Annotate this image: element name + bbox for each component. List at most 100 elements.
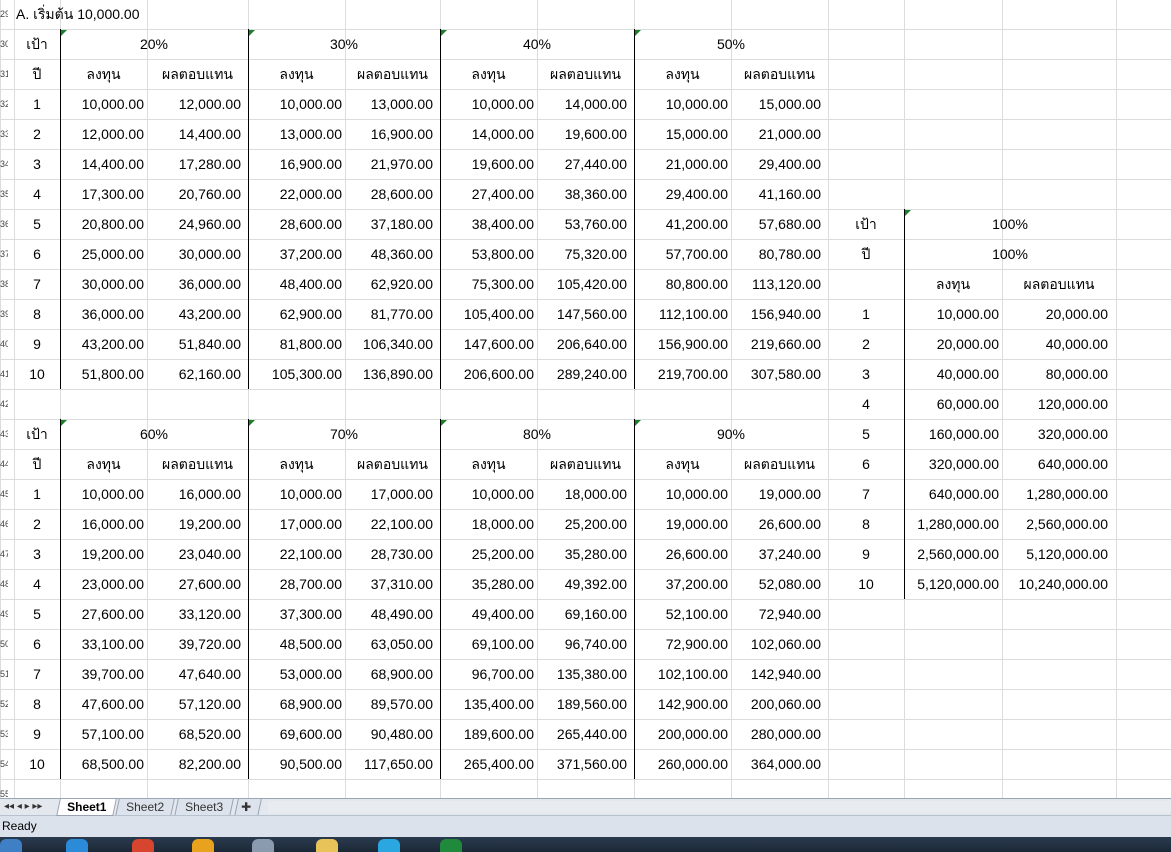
invest-value-cell[interactable]: 72,900.00 — [634, 629, 728, 659]
invest-value-cell[interactable]: 47,600.00 — [60, 689, 144, 719]
invest-value-cell[interactable]: 10,000.00 — [634, 479, 728, 509]
return-value-cell[interactable]: 62,160.00 — [147, 359, 241, 389]
invest-value-cell[interactable]: 27,400.00 — [440, 179, 534, 209]
invest-value-cell[interactable]: 29,400.00 — [634, 179, 728, 209]
return-value-cell[interactable]: 52,080.00 — [731, 569, 821, 599]
return-header-cell[interactable]: ผลตอบแทน — [147, 59, 248, 89]
return-value-cell[interactable]: 35,280.00 — [537, 539, 627, 569]
return-value-cell[interactable]: 17,000.00 — [345, 479, 433, 509]
year-cell[interactable]: 8 — [14, 299, 60, 329]
spreadsheet-grid[interactable]: 29 30 31 32 33 34 35 36 37 38 39 40 41 42 43 44 45 46 47 48… — [0, 0, 1171, 798]
return-value-cell[interactable]: 37,180.00 — [345, 209, 433, 239]
return-value-cell[interactable]: 20,000.00 — [1002, 299, 1108, 329]
year-cell[interactable]: 1 — [14, 479, 60, 509]
invest-value-cell[interactable]: 51,800.00 — [60, 359, 144, 389]
year-cell[interactable]: 8 — [14, 689, 60, 719]
return-value-cell[interactable]: 189,560.00 — [537, 689, 627, 719]
invest-header-cell[interactable]: ลงทุน — [440, 59, 537, 89]
year-cell[interactable]: 3 — [828, 359, 904, 389]
return-value-cell[interactable]: 200,060.00 — [731, 689, 821, 719]
row-header[interactable]: 31 — [0, 59, 8, 89]
return-value-cell[interactable]: 640,000.00 — [1002, 449, 1108, 479]
invest-header-cell[interactable]: ลงทุน — [634, 449, 731, 479]
invest-value-cell[interactable]: 96,700.00 — [440, 659, 534, 689]
tab-nav-arrows-icon[interactable]: ◂◂ ◂ ▸ ▸▸ — [4, 801, 42, 812]
invest-value-cell[interactable]: 81,800.00 — [248, 329, 342, 359]
return-value-cell[interactable]: 26,600.00 — [731, 509, 821, 539]
invest-value-cell[interactable]: 25,000.00 — [60, 239, 144, 269]
return-value-cell[interactable]: 136,890.00 — [345, 359, 433, 389]
return-header-cell[interactable]: ผลตอบแทน — [537, 449, 634, 479]
year-cell[interactable]: 5 — [14, 599, 60, 629]
invest-value-cell[interactable]: 53,000.00 — [248, 659, 342, 689]
invest-value-cell[interactable]: 16,000.00 — [60, 509, 144, 539]
return-value-cell[interactable]: 75,320.00 — [537, 239, 627, 269]
invest-header-cell[interactable]: ลงทุน — [60, 59, 147, 89]
invest-value-cell[interactable]: 135,400.00 — [440, 689, 534, 719]
return-value-cell[interactable]: 280,000.00 — [731, 719, 821, 749]
return-value-cell[interactable]: 371,560.00 — [537, 749, 627, 779]
return-value-cell[interactable]: 37,240.00 — [731, 539, 821, 569]
return-value-cell[interactable]: 12,000.00 — [147, 89, 241, 119]
invest-value-cell[interactable]: 22,000.00 — [248, 179, 342, 209]
invest-value-cell[interactable]: 147,600.00 — [440, 329, 534, 359]
return-value-cell[interactable]: 22,100.00 — [345, 509, 433, 539]
return-value-cell[interactable]: 36,000.00 — [147, 269, 241, 299]
return-value-cell[interactable]: 307,580.00 — [731, 359, 821, 389]
invest-value-cell[interactable]: 10,000.00 — [248, 479, 342, 509]
invest-value-cell[interactable]: 35,280.00 — [440, 569, 534, 599]
return-value-cell[interactable]: 29,400.00 — [731, 149, 821, 179]
return-value-cell[interactable]: 17,280.00 — [147, 149, 241, 179]
return-value-cell[interactable]: 27,440.00 — [537, 149, 627, 179]
return-value-cell[interactable]: 81,770.00 — [345, 299, 433, 329]
invest-value-cell[interactable]: 40,000.00 — [904, 359, 999, 389]
rate-header-cell[interactable]: 40% — [440, 29, 634, 59]
invest-value-cell[interactable]: 14,000.00 — [440, 119, 534, 149]
invest-value-cell[interactable]: 37,200.00 — [634, 569, 728, 599]
invest-value-cell[interactable]: 37,300.00 — [248, 599, 342, 629]
return-value-cell[interactable]: 90,480.00 — [345, 719, 433, 749]
invest-value-cell[interactable]: 5,120,000.00 — [904, 569, 999, 599]
return-value-cell[interactable]: 25,200.00 — [537, 509, 627, 539]
return-value-cell[interactable]: 219,660.00 — [731, 329, 821, 359]
invest-value-cell[interactable]: 10,000.00 — [60, 89, 144, 119]
rate-header-cell[interactable]: 20% — [60, 29, 248, 59]
year-cell[interactable]: 10 — [828, 569, 904, 599]
invest-value-cell[interactable]: 28,600.00 — [248, 209, 342, 239]
invest-value-cell[interactable]: 39,700.00 — [60, 659, 144, 689]
year-cell[interactable]: 1 — [14, 89, 60, 119]
return-value-cell[interactable]: 80,000.00 — [1002, 359, 1108, 389]
return-value-cell[interactable]: 105,420.00 — [537, 269, 627, 299]
row-header[interactable]: 35 — [0, 179, 8, 209]
firefox-icon[interactable] — [192, 839, 214, 852]
return-value-cell[interactable]: 68,900.00 — [345, 659, 433, 689]
return-value-cell[interactable]: 19,200.00 — [147, 509, 241, 539]
return-header-cell[interactable]: ผลตอบแทน — [1002, 269, 1116, 299]
row-header[interactable]: 42 — [0, 389, 8, 419]
year-cell[interactable]: 6 — [14, 239, 60, 269]
return-value-cell[interactable]: 62,920.00 — [345, 269, 433, 299]
rate-header-cell[interactable]: 60% — [60, 419, 248, 449]
return-value-cell[interactable]: 21,970.00 — [345, 149, 433, 179]
year-cell[interactable]: 7 — [14, 269, 60, 299]
rate-header-cell[interactable]: 70% — [248, 419, 440, 449]
year-cell[interactable]: 2 — [14, 119, 60, 149]
horizontal-scrollbar[interactable] — [268, 801, 1171, 813]
return-value-cell[interactable]: 19,600.00 — [537, 119, 627, 149]
return-value-cell[interactable]: 30,000.00 — [147, 239, 241, 269]
return-header-cell[interactable]: ผลตอบแทน — [731, 59, 828, 89]
year-cell[interactable]: 1 — [828, 299, 904, 329]
invest-value-cell[interactable]: 33,100.00 — [60, 629, 144, 659]
invest-value-cell[interactable]: 62,900.00 — [248, 299, 342, 329]
invest-value-cell[interactable]: 20,800.00 — [60, 209, 144, 239]
invest-value-cell[interactable]: 68,900.00 — [248, 689, 342, 719]
return-value-cell[interactable]: 206,640.00 — [537, 329, 627, 359]
invest-value-cell[interactable]: 52,100.00 — [634, 599, 728, 629]
return-value-cell[interactable]: 53,760.00 — [537, 209, 627, 239]
year-label-cell[interactable]: ปี — [14, 59, 60, 89]
row-header[interactable]: 50 — [0, 629, 8, 659]
return-value-cell[interactable]: 47,640.00 — [147, 659, 241, 689]
invest-value-cell[interactable]: 105,300.00 — [248, 359, 342, 389]
row-header[interactable]: 48 — [0, 569, 8, 599]
return-value-cell[interactable]: 57,680.00 — [731, 209, 821, 239]
